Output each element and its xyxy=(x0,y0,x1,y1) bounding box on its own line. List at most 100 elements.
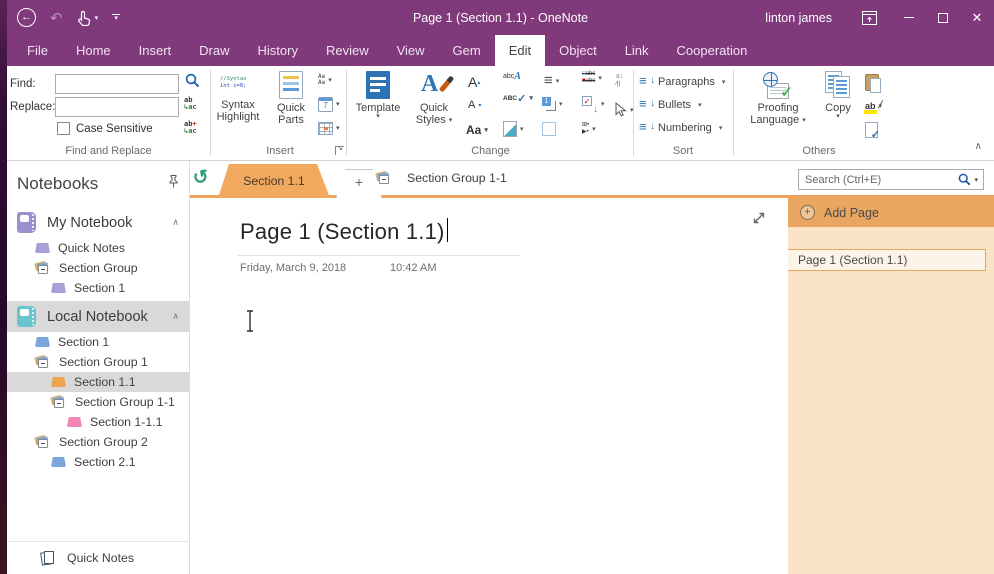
quick-notes-footer[interactable]: Quick Notes xyxy=(7,541,189,574)
search-scope-chevron-icon[interactable]: ▾ xyxy=(974,176,978,184)
page-title[interactable]: Page 1 (Section 1.1) xyxy=(240,218,448,245)
title-underline xyxy=(238,255,520,256)
tab-link[interactable]: Link xyxy=(611,35,663,66)
content-area: ↺ Section 1.1 + Section Group 1-1 ▾ xyxy=(190,161,994,574)
notebook-icon xyxy=(17,212,36,233)
sort-numbering-button[interactable]: Numbering xyxy=(639,121,722,135)
section-item-section-2-1[interactable]: Section 2.1 xyxy=(7,452,189,472)
sort-paragraphs-icon xyxy=(639,75,654,89)
search-icon[interactable] xyxy=(958,173,971,186)
grow-font-button[interactable] xyxy=(468,74,480,90)
search-icon[interactable] xyxy=(185,73,200,93)
maximize-button[interactable] xyxy=(926,0,960,35)
tab-object[interactable]: Object xyxy=(545,35,611,66)
customize-qat-icon[interactable]: ▾ xyxy=(112,14,120,21)
spelling-button[interactable]: ABC✓ xyxy=(503,96,533,102)
copy-button[interactable]: Copy ▾ xyxy=(815,68,861,140)
quick-styles-icon: A xyxy=(419,71,449,99)
ribbon-display-options-icon[interactable] xyxy=(854,0,884,35)
format-painter-button[interactable] xyxy=(503,121,524,137)
section-tab-active[interactable]: Section 1.1 xyxy=(218,164,330,198)
sort-bullets-button[interactable]: Bullets xyxy=(639,98,702,112)
section-group-icon xyxy=(376,172,392,184)
template-button[interactable]: Template ▾ xyxy=(352,68,404,140)
section-icon xyxy=(51,283,66,293)
syntax-highlight-button[interactable]: //Syntaxint i=0; Syntax Highlight xyxy=(212,68,264,140)
page-list-item[interactable]: Page 1 (Section 1.1) xyxy=(788,249,986,271)
select-objects-button[interactable] xyxy=(614,102,634,117)
numbering-style-button[interactable] xyxy=(542,97,563,111)
shrink-font-button[interactable] xyxy=(468,99,481,111)
line-spacing-button[interactable] xyxy=(544,72,559,89)
section-item-section-1[interactable]: Section 1 xyxy=(7,332,189,352)
tab-edit[interactable]: Edit xyxy=(495,35,545,66)
bullet-expand-button[interactable]: ⊞• ▶• xyxy=(582,122,596,135)
search-box[interactable]: ▾ xyxy=(798,169,984,190)
tab-file[interactable]: File xyxy=(13,35,62,66)
tab-insert[interactable]: Insert xyxy=(125,35,186,66)
tab-gem[interactable]: Gem xyxy=(439,35,495,66)
signed-in-user[interactable]: linton james xyxy=(765,11,832,25)
collapse-chevron-icon[interactable]: ∧ xyxy=(172,217,179,228)
back-icon[interactable]: ← xyxy=(17,8,36,27)
replace-all-icon[interactable]: ab+↳ac xyxy=(184,121,204,135)
replace-icon[interactable]: ab↳ac xyxy=(184,97,204,111)
ibeam-cursor xyxy=(245,310,255,337)
section-item-section-1-1-1[interactable]: Section 1-1.1 xyxy=(7,412,189,432)
tab-draw[interactable]: Draw xyxy=(185,35,243,66)
section-group-item-section-group-1-1[interactable]: Section Group 1-1 xyxy=(7,392,189,412)
notebook-item-local-notebook[interactable]: Local Notebook∧ xyxy=(7,301,189,332)
section-item-section-1[interactable]: Section 1 xyxy=(7,278,189,298)
titlebar: ← ↶ ▾ ▾ Page 1 (Section 1.1) - OneNote l… xyxy=(7,0,994,35)
proofing-language-button[interactable]: ✓ Proofing Language xyxy=(743,68,813,140)
small-caps-button[interactable]: abcA xyxy=(503,71,521,82)
touch-mouse-mode-icon[interactable]: ▾ xyxy=(77,10,99,26)
change-case-button[interactable]: Aa xyxy=(466,123,488,137)
search-input[interactable] xyxy=(799,174,958,186)
notebook-item-my-notebook[interactable]: My Notebook∧ xyxy=(7,207,189,238)
section-item-quick-notes[interactable]: Quick Notes xyxy=(7,238,189,258)
frame-button[interactable] xyxy=(542,122,556,136)
section-group-tab[interactable]: Section Group 1-1 xyxy=(366,161,517,195)
checkbox-icon[interactable] xyxy=(57,122,70,135)
sort-paragraphs-button[interactable]: Paragraphs xyxy=(639,75,725,89)
proof-document-button[interactable] xyxy=(865,118,882,142)
syntax-highlight-icon: //Syntaxint i=0; xyxy=(220,72,256,96)
section-item-section-1-1[interactable]: Section 1.1 xyxy=(7,372,189,392)
section-group-item-section-group[interactable]: Section Group xyxy=(7,258,189,278)
insert-text-button[interactable]: A≡ A≡ xyxy=(318,68,340,92)
todo-sort-button[interactable]: ✓↓ xyxy=(582,96,605,112)
collapse-chevron-icon[interactable]: ∧ xyxy=(172,311,179,322)
tab-cooperation[interactable]: Cooperation xyxy=(663,35,762,66)
section-group-item-section-group-1[interactable]: Section Group 1 xyxy=(7,352,189,372)
tab-history[interactable]: History xyxy=(244,35,312,66)
section-group-item-section-group-2[interactable]: Section Group 2 xyxy=(7,432,189,452)
insert-date-button[interactable] xyxy=(318,92,340,116)
page-title-text: Page 1 (Section 1.1) xyxy=(240,219,445,244)
paste-button[interactable] xyxy=(865,70,882,94)
ribbon-tab-list: FileHomeInsertDrawHistoryReviewViewGemEd… xyxy=(7,35,994,66)
pin-icon[interactable] xyxy=(168,175,179,193)
strikethrough-options-button[interactable]: □abc ■abc xyxy=(582,71,602,84)
case-sensitive-checkbox[interactable]: Case Sensitive xyxy=(57,122,153,135)
replace-input[interactable] xyxy=(55,97,179,117)
insert-table-button[interactable] xyxy=(318,116,340,140)
quick-parts-button[interactable]: Quick Parts xyxy=(265,68,317,140)
collapse-ribbon-icon[interactable]: ∧ xyxy=(975,141,982,152)
minimize-button[interactable] xyxy=(892,0,926,35)
expand-page-icon[interactable] xyxy=(752,211,766,230)
highlight-button[interactable]: ab∕ xyxy=(865,94,882,118)
find-input[interactable] xyxy=(55,74,179,94)
tab-home[interactable]: Home xyxy=(62,35,125,66)
page-editor[interactable]: Page 1 (Section 1.1) Friday, March 9, 20… xyxy=(190,198,788,574)
calendar-icon xyxy=(318,97,333,112)
undo-icon[interactable]: ↶ xyxy=(50,9,63,27)
add-page-button[interactable]: + Add Page xyxy=(788,198,994,227)
quick-styles-button[interactable]: A Quick Styles xyxy=(408,68,460,140)
navigate-back-icon[interactable]: ↺ xyxy=(191,164,217,191)
tab-view[interactable]: View xyxy=(383,35,439,66)
split-columns-button[interactable]: ≡↓ ∕|| xyxy=(616,74,623,87)
tab-review[interactable]: Review xyxy=(312,35,383,66)
find-label: Find: xyxy=(10,78,36,90)
close-button[interactable]: ✕ xyxy=(960,0,994,35)
